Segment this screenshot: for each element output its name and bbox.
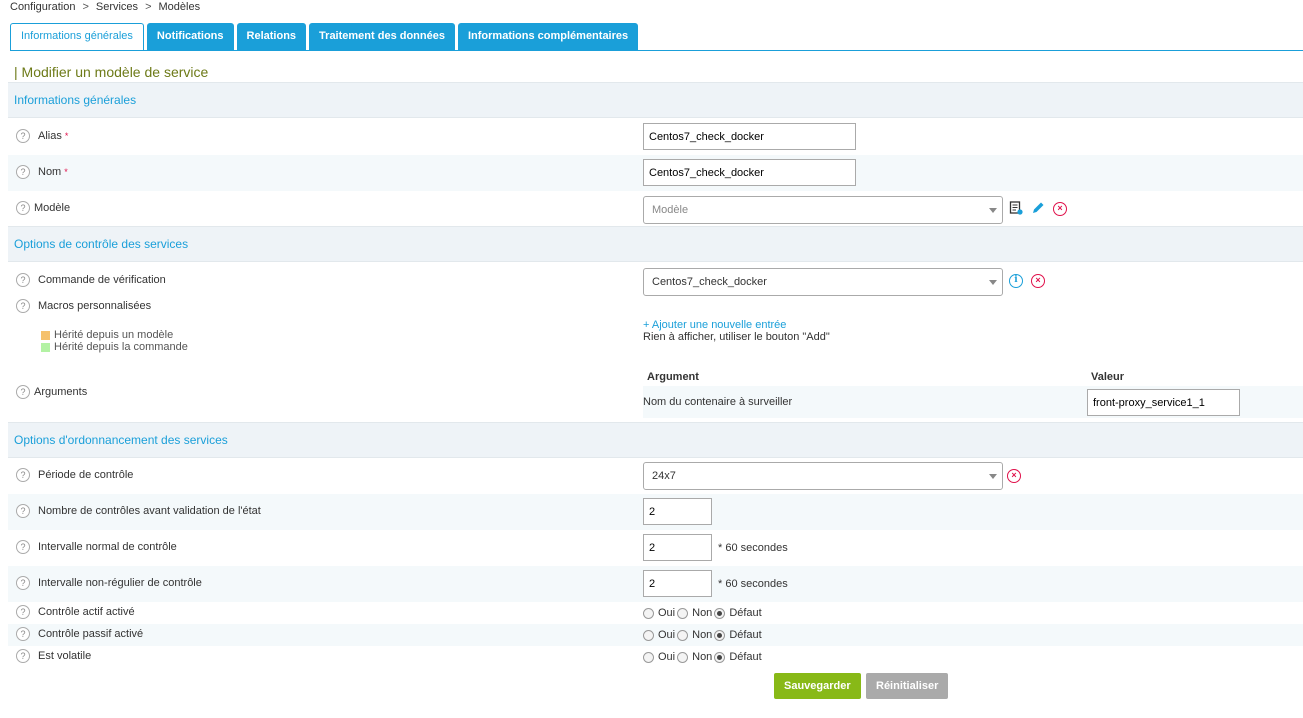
volatile-non-radio[interactable] bbox=[677, 651, 689, 663]
legend-swatch-model bbox=[41, 330, 50, 340]
intervalle-nonreg-unit: * 60 secondes bbox=[718, 578, 788, 590]
save-button[interactable]: Sauvegarder bbox=[774, 673, 861, 699]
commande-select[interactable]: Centos7_check_docker bbox=[643, 268, 1003, 296]
help-icon[interactable]: ? bbox=[16, 273, 30, 287]
actif-radio-group: Oui Non Défaut bbox=[643, 607, 764, 619]
intervalle-normal-input[interactable] bbox=[643, 534, 712, 561]
nb-controles-label: ? Nombre de contrôles avant validation de… bbox=[16, 504, 261, 518]
inheritance-legend: Hérité depuis un modèle Hérité depuis la… bbox=[33, 321, 197, 359]
tab-traitement-donnees[interactable]: Traitement des données bbox=[309, 23, 455, 50]
passif-radio-group: Oui Non Défaut bbox=[643, 629, 764, 641]
chevron-down-icon bbox=[989, 280, 997, 285]
volatile-defaut-radio[interactable] bbox=[714, 651, 726, 663]
macros-empty-text: Rien à afficher, utiliser le bouton "Add… bbox=[643, 331, 830, 343]
alias-input[interactable] bbox=[643, 123, 856, 150]
add-macro-link[interactable]: + Ajouter une nouvelle entrée bbox=[643, 319, 786, 331]
intervalle-nonreg-label: ? Intervalle non-régulier de contrôle bbox=[16, 576, 202, 590]
tab-informations-complementaires[interactable]: Informations complémentaires bbox=[457, 23, 639, 50]
help-icon[interactable]: ? bbox=[16, 627, 30, 641]
breadcrumb-services[interactable]: Services bbox=[96, 1, 138, 13]
actif-label: ? Contrôle actif activé bbox=[16, 605, 135, 619]
delete-icon[interactable]: × bbox=[1007, 469, 1021, 483]
breadcrumb-modeles[interactable]: Modèles bbox=[159, 1, 201, 13]
help-icon[interactable]: ? bbox=[16, 576, 30, 590]
tab-relations[interactable]: Relations bbox=[236, 23, 307, 50]
help-icon[interactable]: ? bbox=[16, 201, 30, 215]
breadcrumb: Configuration > Services > Modèles bbox=[10, 1, 201, 13]
section-control: Options de contrôle des services bbox=[8, 226, 1303, 262]
delete-icon[interactable]: × bbox=[1031, 274, 1045, 288]
periode-label: ? Période de contrôle bbox=[16, 468, 133, 482]
arguments-label: ? Arguments bbox=[16, 385, 87, 399]
legend-model: Hérité depuis un modèle bbox=[41, 329, 197, 341]
info-icon[interactable]: i bbox=[1009, 274, 1023, 288]
help-icon[interactable]: ? bbox=[16, 649, 30, 663]
tab-notifications[interactable]: Notifications bbox=[146, 23, 234, 50]
intervalle-nonreg-input[interactable] bbox=[643, 570, 712, 597]
section-scheduling: Options d'ordonnancement des services bbox=[8, 422, 1303, 458]
volatile-oui-radio[interactable] bbox=[643, 651, 654, 663]
help-icon[interactable]: ? bbox=[16, 165, 30, 179]
periode-select[interactable]: 24x7 bbox=[643, 462, 1003, 490]
argument-name: Nom du contenaire à surveiller bbox=[643, 396, 793, 408]
breadcrumb-configuration[interactable]: Configuration bbox=[10, 1, 75, 13]
reset-button[interactable]: Réinitialiser bbox=[866, 673, 949, 699]
tabs-divider bbox=[10, 50, 1303, 51]
help-icon[interactable]: ? bbox=[16, 504, 30, 518]
legend-swatch-command bbox=[41, 342, 50, 352]
argument-value-input[interactable] bbox=[1087, 389, 1240, 416]
edit-pencil-icon[interactable] bbox=[1031, 201, 1045, 215]
tab-bar: Informations générales Notifications Rel… bbox=[10, 23, 641, 51]
help-icon[interactable]: ? bbox=[16, 468, 30, 482]
page-title: | Modifier un modèle de service bbox=[14, 64, 209, 80]
legend-command: Hérité depuis la commande bbox=[41, 341, 197, 353]
arguments-col-argument: Argument bbox=[647, 371, 699, 383]
nom-label: ? Nom * bbox=[16, 165, 68, 179]
nb-controles-input[interactable] bbox=[643, 498, 712, 525]
actif-non-radio[interactable] bbox=[677, 607, 689, 619]
volatile-radio-group: Oui Non Défaut bbox=[643, 651, 764, 663]
view-document-icon[interactable] bbox=[1009, 201, 1023, 215]
section-scheduling-title: Options d'ordonnancement des services bbox=[14, 433, 228, 447]
help-icon[interactable]: ? bbox=[16, 540, 30, 554]
help-icon[interactable]: ? bbox=[16, 299, 30, 313]
alias-label: ? Alias * bbox=[16, 129, 68, 143]
nom-input[interactable] bbox=[643, 159, 856, 186]
delete-icon[interactable]: × bbox=[1053, 202, 1067, 216]
volatile-label: ? Est volatile bbox=[16, 649, 91, 663]
intervalle-normal-unit: * 60 secondes bbox=[718, 542, 788, 554]
chevron-down-icon bbox=[989, 474, 997, 479]
commande-label: ? Commande de vérification bbox=[16, 273, 166, 287]
chevron-down-icon bbox=[989, 208, 997, 213]
section-general-title: Informations générales bbox=[14, 93, 137, 107]
actif-defaut-radio[interactable] bbox=[714, 607, 726, 619]
tab-informations-generales[interactable]: Informations générales bbox=[10, 23, 144, 51]
modele-select[interactable]: Modèle bbox=[643, 196, 1003, 224]
passif-defaut-radio[interactable] bbox=[714, 629, 726, 641]
passif-oui-radio[interactable] bbox=[643, 629, 654, 641]
modele-label: ? Modèle bbox=[16, 201, 70, 215]
passif-label: ? Contrôle passif activé bbox=[16, 627, 143, 641]
passif-non-radio[interactable] bbox=[677, 629, 689, 641]
section-general: Informations générales bbox=[8, 82, 1303, 118]
intervalle-normal-label: ? Intervalle normal de contrôle bbox=[16, 540, 177, 554]
help-icon[interactable]: ? bbox=[16, 605, 30, 619]
help-icon[interactable]: ? bbox=[16, 385, 30, 399]
help-icon[interactable]: ? bbox=[16, 129, 30, 143]
arguments-col-valeur: Valeur bbox=[1091, 371, 1125, 383]
macros-label: ? Macros personnalisées bbox=[16, 299, 151, 313]
actif-oui-radio[interactable] bbox=[643, 607, 654, 619]
section-control-title: Options de contrôle des services bbox=[14, 237, 189, 251]
